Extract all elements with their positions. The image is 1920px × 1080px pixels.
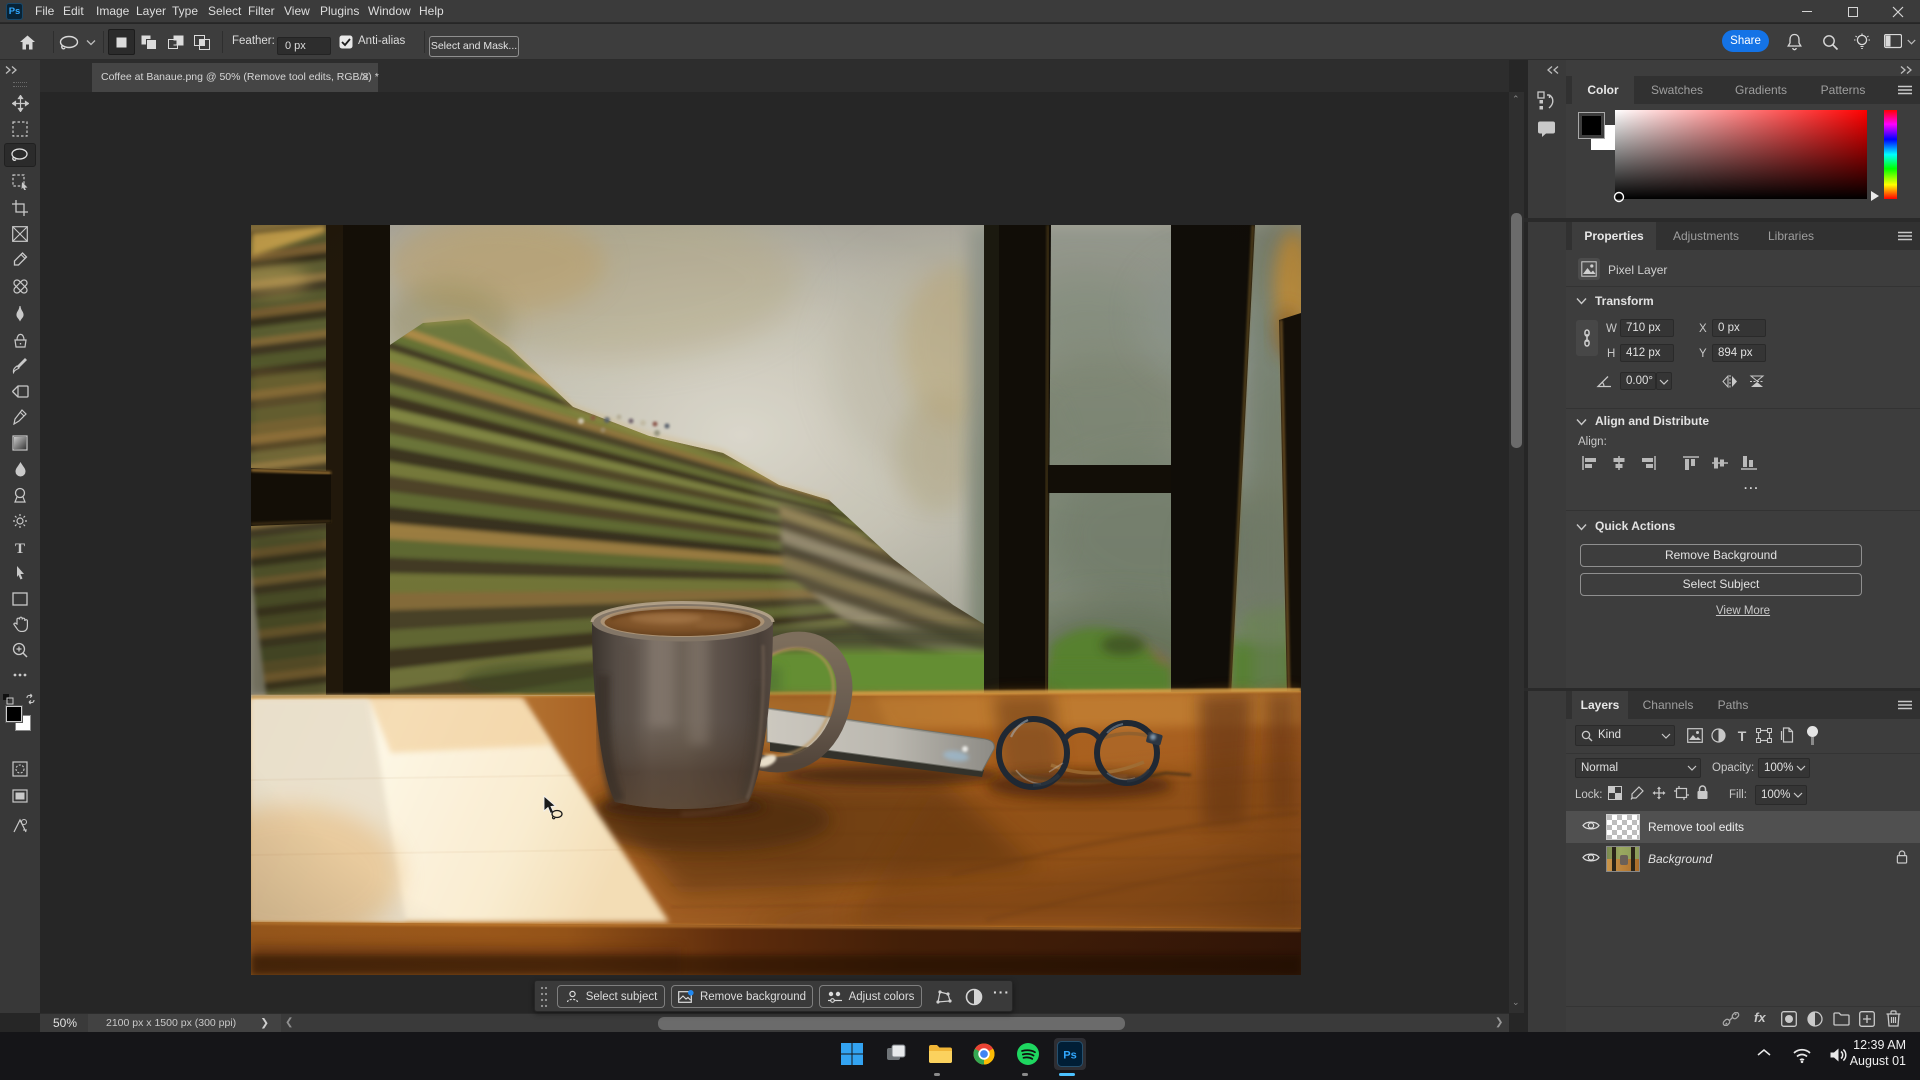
svg-text:Ps: Ps: [1063, 1050, 1076, 1062]
svg-text:T: T: [15, 541, 25, 555]
svg-text:T: T: [1738, 728, 1747, 743]
